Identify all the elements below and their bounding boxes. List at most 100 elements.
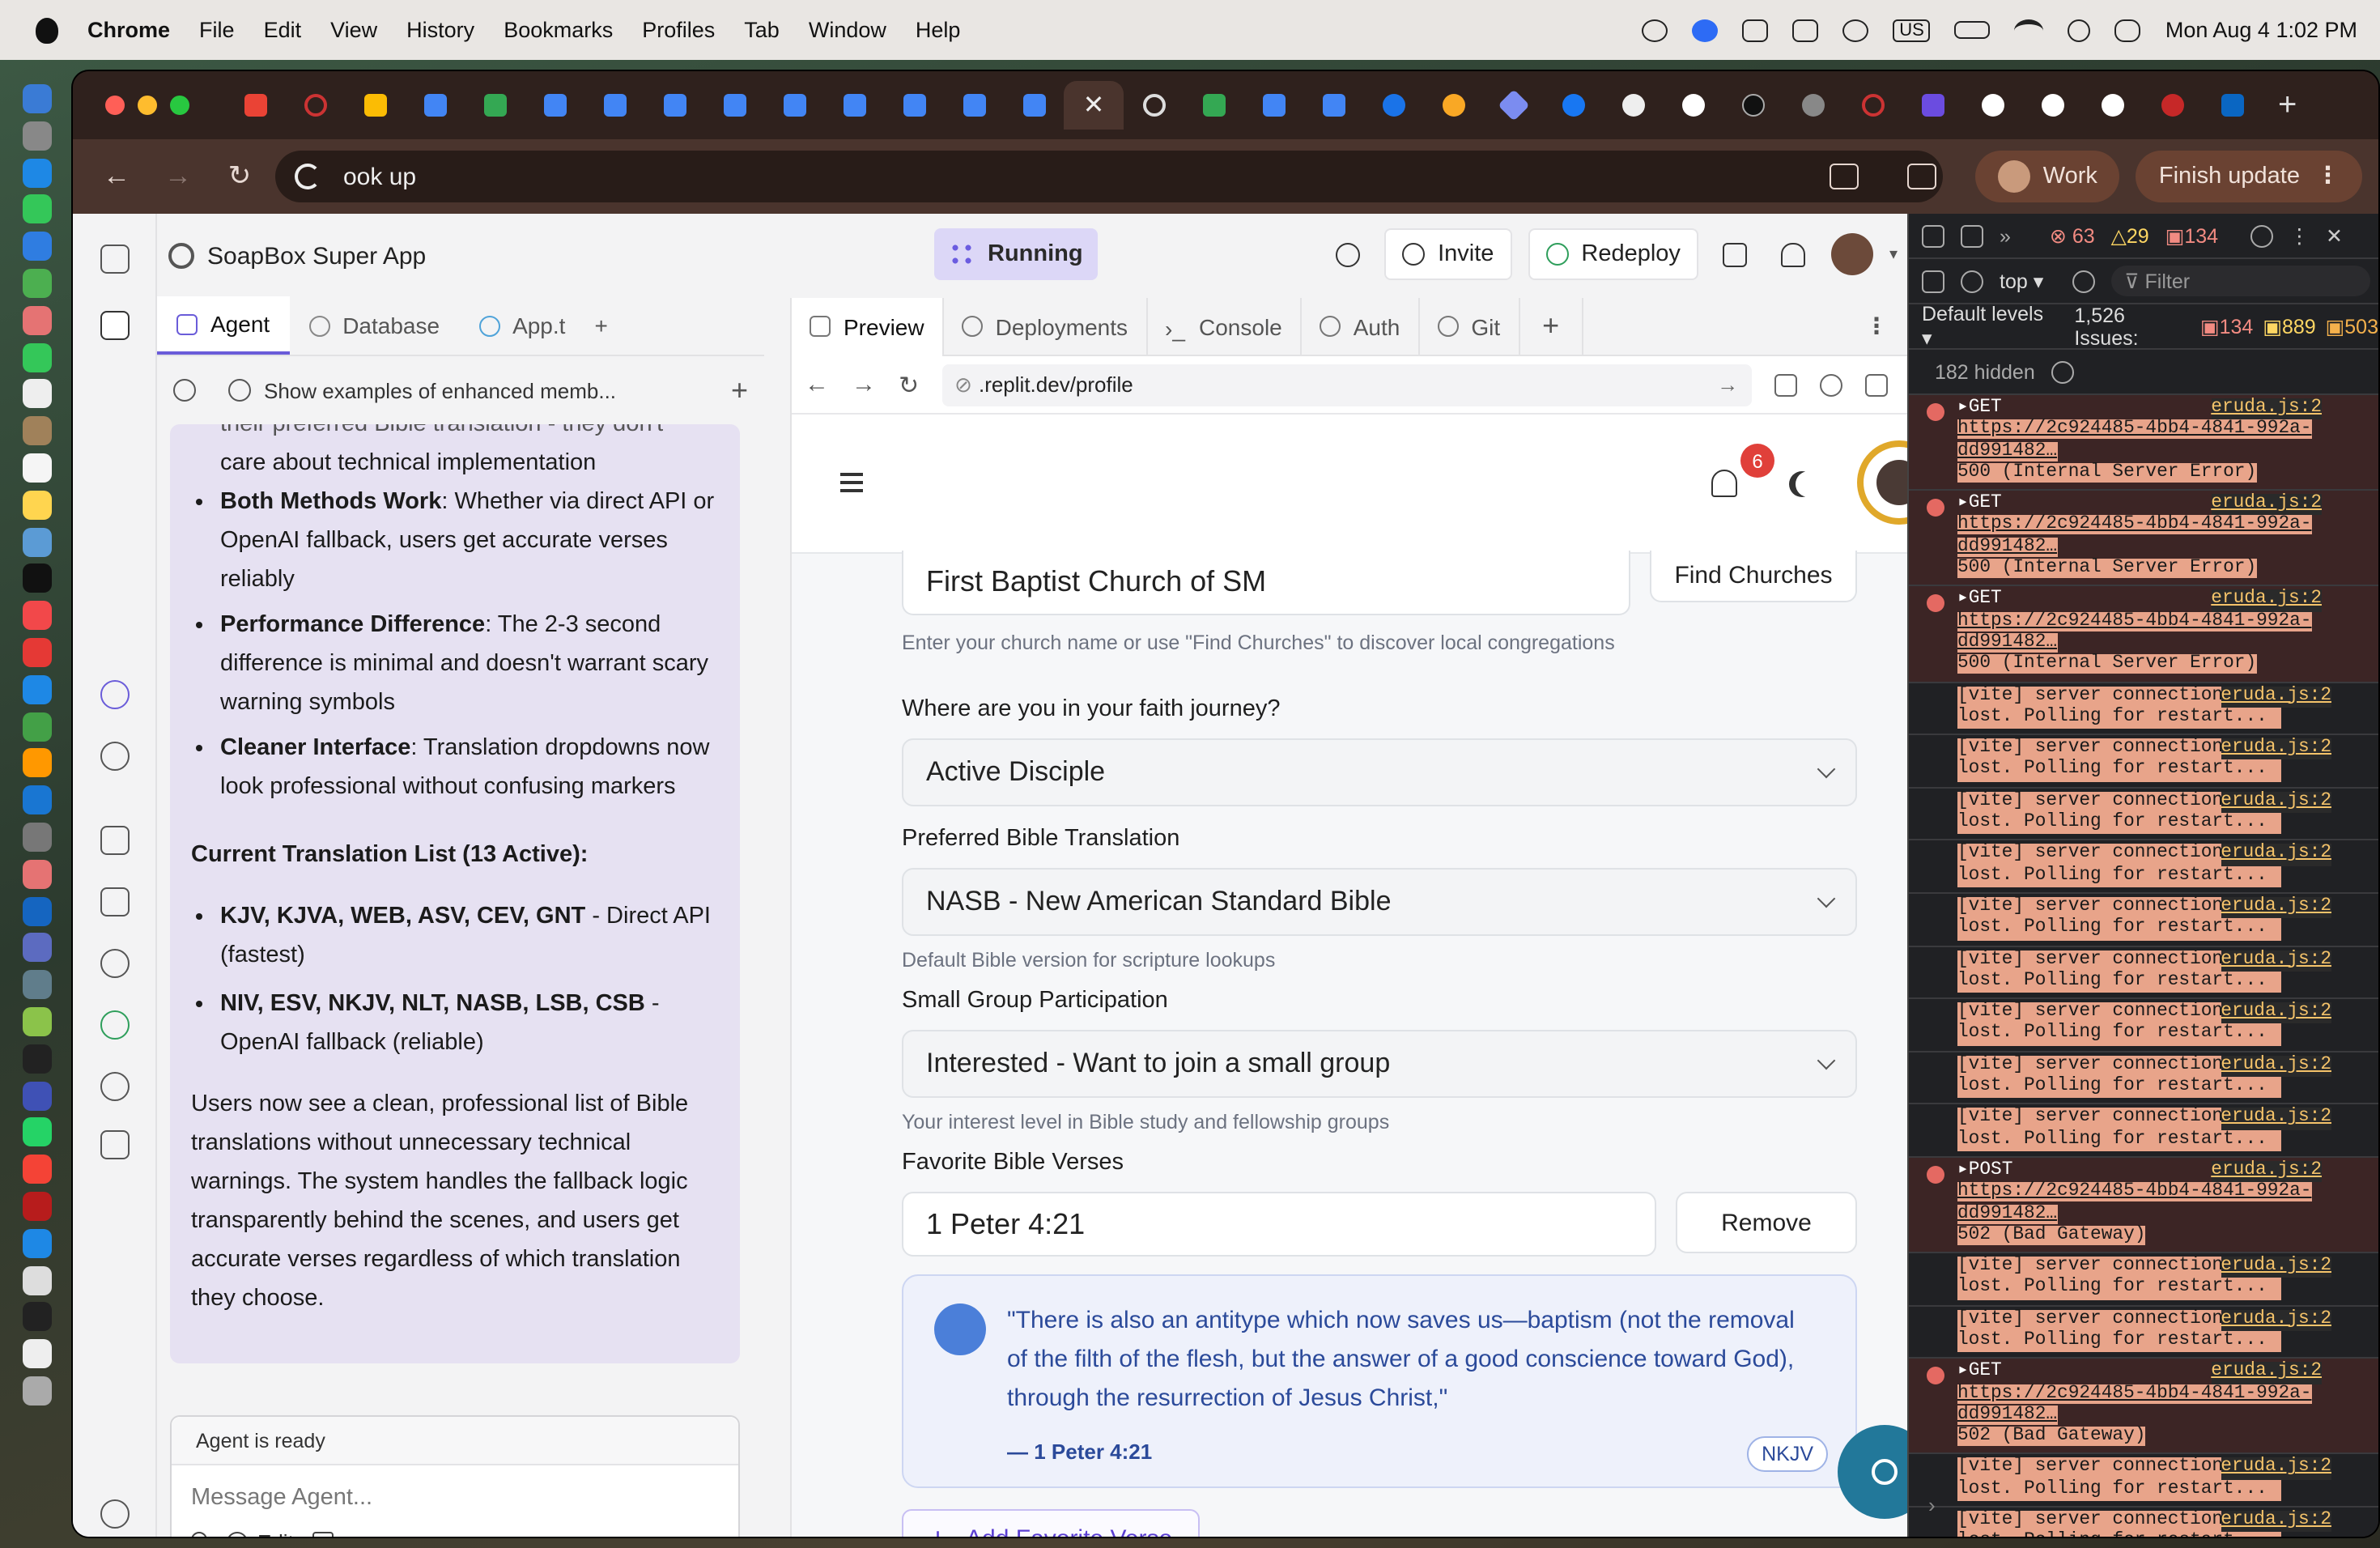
log-source[interactable]: eruda.js:2 xyxy=(2221,686,2331,708)
run-status-button[interactable]: Running xyxy=(934,228,1098,280)
log-entry[interactable]: [vite] server connection lost. Polling f… xyxy=(1909,1253,2378,1307)
repl-title[interactable]: SoapBox Super App xyxy=(168,242,426,270)
finish-update-button[interactable]: Finish update ⋮ xyxy=(2136,151,2362,202)
faith-select[interactable]: Active Disciple xyxy=(902,738,1857,806)
control-center-icon[interactable] xyxy=(2114,19,2141,41)
log-url[interactable]: https://2c924485-4bb4-4841-992a-dd991482… xyxy=(1957,1182,2312,1223)
menu-bookmarks[interactable]: Bookmarks xyxy=(504,18,613,42)
tab-console[interactable]: ›_ Console xyxy=(1147,297,1302,355)
edit-mode-icon[interactable] xyxy=(227,1532,248,1537)
tab-sheets[interactable] xyxy=(465,81,525,130)
log-source[interactable]: eruda.js:2 xyxy=(2221,1457,2331,1480)
log-entry[interactable]: ▸GET eruda.js:2 https://2c924485-4bb4-4841… xyxy=(1909,491,2378,587)
all-tools-icon[interactable] xyxy=(100,1130,130,1159)
teams-icon[interactable] xyxy=(1792,19,1819,41)
omnibox[interactable]: ook up xyxy=(275,151,1943,202)
tab-google[interactable] xyxy=(1663,81,1723,130)
console-rail-icon[interactable] xyxy=(100,887,130,916)
sidebar-icon[interactable] xyxy=(1922,270,1944,292)
zoom-window-button[interactable] xyxy=(170,96,189,115)
log-entry[interactable]: [vite] server connection lost. Polling f… xyxy=(1909,894,2378,947)
drive-icon[interactable] xyxy=(23,1339,52,1369)
mail-icon[interactable] xyxy=(23,232,52,262)
log-entry[interactable]: ▸GET eruda.js:2 https://2c924485-4bb4-4841… xyxy=(1909,395,2378,491)
log-source[interactable]: eruda.js:2 xyxy=(2221,844,2331,866)
user-avatar[interactable] xyxy=(1830,233,1873,275)
profile-photo[interactable] xyxy=(1857,440,1909,525)
safari-icon[interactable] xyxy=(23,158,52,188)
apple-icon[interactable] xyxy=(36,17,58,43)
log-source[interactable]: eruda.js:2 xyxy=(2221,1511,2331,1533)
pages-icon[interactable] xyxy=(23,748,52,778)
filter-input[interactable]: ⊽ Filter xyxy=(2111,266,2371,296)
tab-database[interactable]: Database xyxy=(289,296,459,355)
menu-window[interactable]: Window xyxy=(809,18,886,42)
facetime-icon[interactable] xyxy=(23,342,52,372)
tab-docs[interactable] xyxy=(824,81,884,130)
notifications-button[interactable] xyxy=(1773,233,1815,275)
outlook-dock-icon[interactable] xyxy=(23,896,52,926)
webview-back-button[interactable]: ← xyxy=(805,371,829,398)
issues-label[interactable]: 1,526 Issues: xyxy=(2074,304,2194,349)
tv-icon[interactable] xyxy=(23,563,52,593)
log-entry[interactable]: [vite] server connection lost. Polling f… xyxy=(1909,1105,2378,1158)
new-chat-button[interactable]: + xyxy=(731,373,748,407)
edit-mode-label[interactable]: Edit xyxy=(257,1530,294,1537)
log-source[interactable]: eruda.js:2 xyxy=(2211,398,2322,420)
tab-github[interactable] xyxy=(1603,81,1663,130)
agent-rail-icon[interactable] xyxy=(100,680,130,709)
tab-docs[interactable] xyxy=(1004,81,1064,130)
log-entry[interactable]: ▸GET eruda.js:2 https://2c924485-4bb4-4841… xyxy=(1909,1359,2378,1455)
tab-circle[interactable] xyxy=(1783,81,1842,130)
tab-agent[interactable]: Agent xyxy=(157,296,290,355)
attach-icon[interactable] xyxy=(191,1532,207,1537)
go-arrow-icon[interactable]: → xyxy=(1717,372,1738,397)
notification-rail-icon[interactable] xyxy=(100,1499,130,1529)
log-source[interactable]: eruda.js:2 xyxy=(2221,1108,2331,1130)
menu-app-name[interactable]: Chrome xyxy=(87,18,170,42)
levels-select[interactable]: Default levels ▾ xyxy=(1922,303,2058,350)
tab-preview[interactable]: Preview xyxy=(792,297,944,355)
tab-active-replit[interactable]: ✕ xyxy=(1064,81,1124,130)
log-source[interactable]: eruda.js:2 xyxy=(2221,896,2331,919)
reminders-icon[interactable] xyxy=(23,453,52,483)
log-entry[interactable]: ▸POST eruda.js:2 https://2c924485-4bb4-484… xyxy=(1909,1157,2378,1254)
log-source[interactable]: eruda.js:2 xyxy=(2221,791,2331,814)
deployments-rail-icon[interactable] xyxy=(100,742,130,771)
menu-help[interactable]: Help xyxy=(916,18,961,42)
tab-docs[interactable] xyxy=(644,81,704,130)
tab-facebook[interactable] xyxy=(1543,81,1603,130)
tab-docs[interactable] xyxy=(704,81,764,130)
log-entry[interactable]: [vite] server connection lost. Polling f… xyxy=(1909,946,2378,1000)
log-source[interactable]: eruda.js:2 xyxy=(2221,1257,2331,1278)
tab-git[interactable]: Git xyxy=(1419,297,1520,355)
preview-rail-icon[interactable] xyxy=(100,826,130,855)
menu-file[interactable]: File xyxy=(199,18,235,42)
tab-linkedin[interactable] xyxy=(2202,81,2262,130)
webview-forward-button[interactable]: → xyxy=(852,371,876,398)
launchpad-icon[interactable] xyxy=(23,121,52,151)
more-vert-icon[interactable]: ⋮ xyxy=(1865,313,1888,340)
document-icon[interactable] xyxy=(23,1265,52,1295)
add-pane-button[interactable]: + xyxy=(1519,297,1584,355)
new-tab-button[interactable]: + xyxy=(2278,87,2297,124)
terminal-icon[interactable] xyxy=(23,1044,52,1074)
tab-purple[interactable] xyxy=(1902,81,1962,130)
close-window-button[interactable] xyxy=(105,96,125,115)
teams-dock-icon[interactable] xyxy=(23,933,52,963)
zoom-dock-icon[interactable] xyxy=(23,1228,52,1258)
whatsapp-icon[interactable] xyxy=(23,1117,52,1147)
log-entry[interactable]: [vite] server connection lost. Polling f… xyxy=(1909,683,2378,736)
history-icon[interactable] xyxy=(173,379,196,402)
trash-icon[interactable] xyxy=(23,1376,52,1406)
translation-select[interactable]: NASB - New American Standard Bible xyxy=(902,868,1857,936)
tab-shield[interactable] xyxy=(2142,81,2202,130)
wifi-icon[interactable] xyxy=(2014,19,2044,41)
group-select[interactable]: Interested - Want to join a small group xyxy=(902,1030,1857,1098)
minimize-window-button[interactable] xyxy=(138,96,157,115)
error-count[interactable]: ⊗ 63 xyxy=(2050,223,2095,248)
keynote-icon[interactable] xyxy=(23,674,52,704)
log-source[interactable]: eruda.js:2 xyxy=(2221,1002,2331,1024)
settings-gear-icon[interactable] xyxy=(2250,224,2274,247)
warning-count[interactable]: △29 xyxy=(2111,223,2149,248)
